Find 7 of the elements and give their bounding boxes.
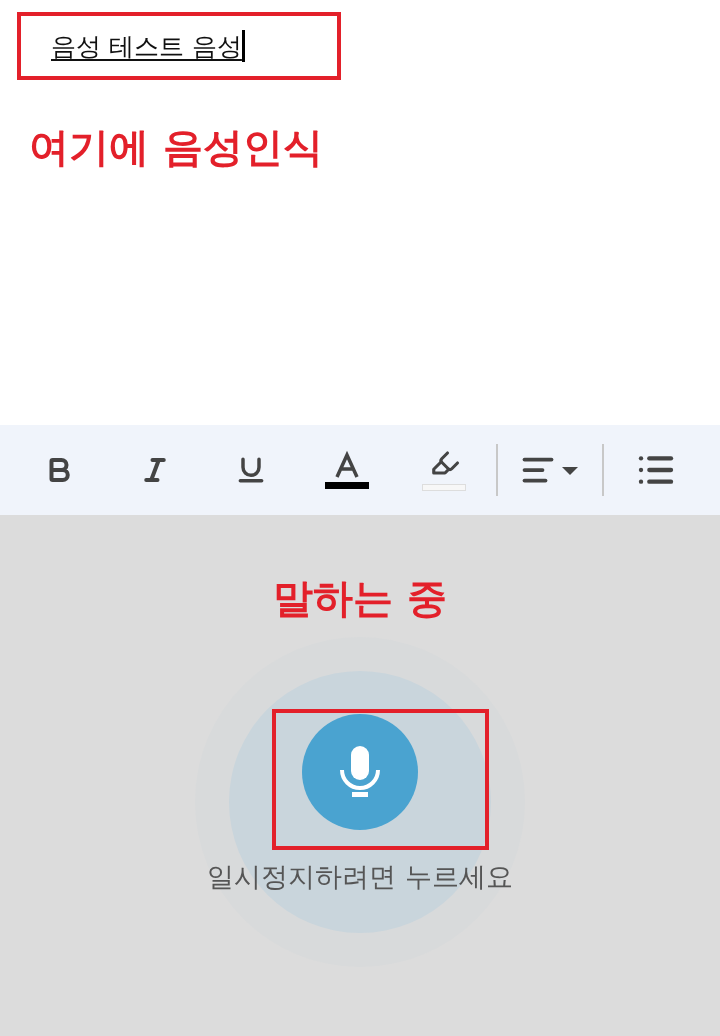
text-color-icon [323,449,372,491]
pause-hint: 일시정지하려면 누르세요 [206,860,514,894]
status-annotation: 말하는 중 [273,574,447,623]
annotation-note: 여기에 음성인식 [28,123,324,172]
highlighter-icon [419,448,468,492]
microphone-icon [338,744,382,800]
document-text: 음성 테스트 음성 [50,30,242,63]
